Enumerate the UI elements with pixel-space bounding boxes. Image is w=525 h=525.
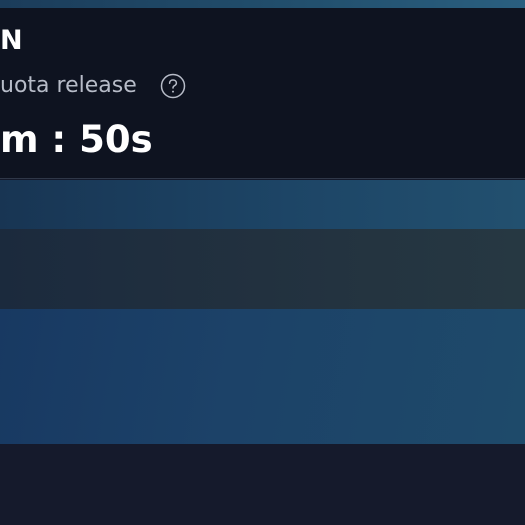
panel-title: N xyxy=(0,25,23,56)
page: N uota release m : 50s xyxy=(0,0,525,525)
quota-release-row: uota release xyxy=(0,71,186,101)
content-band-lower xyxy=(0,309,525,444)
question-circle-icon-graphic xyxy=(160,73,185,99)
content-band-middle xyxy=(0,229,525,309)
question-circle-icon[interactable] xyxy=(160,73,186,99)
top-header-strip xyxy=(0,0,525,8)
content-band-top xyxy=(0,180,525,229)
quota-release-panel: N uota release m : 50s xyxy=(0,8,525,179)
quota-release-label: uota release xyxy=(0,73,137,98)
countdown-timer: m : 50s xyxy=(0,118,153,161)
bottom-area xyxy=(0,444,525,525)
